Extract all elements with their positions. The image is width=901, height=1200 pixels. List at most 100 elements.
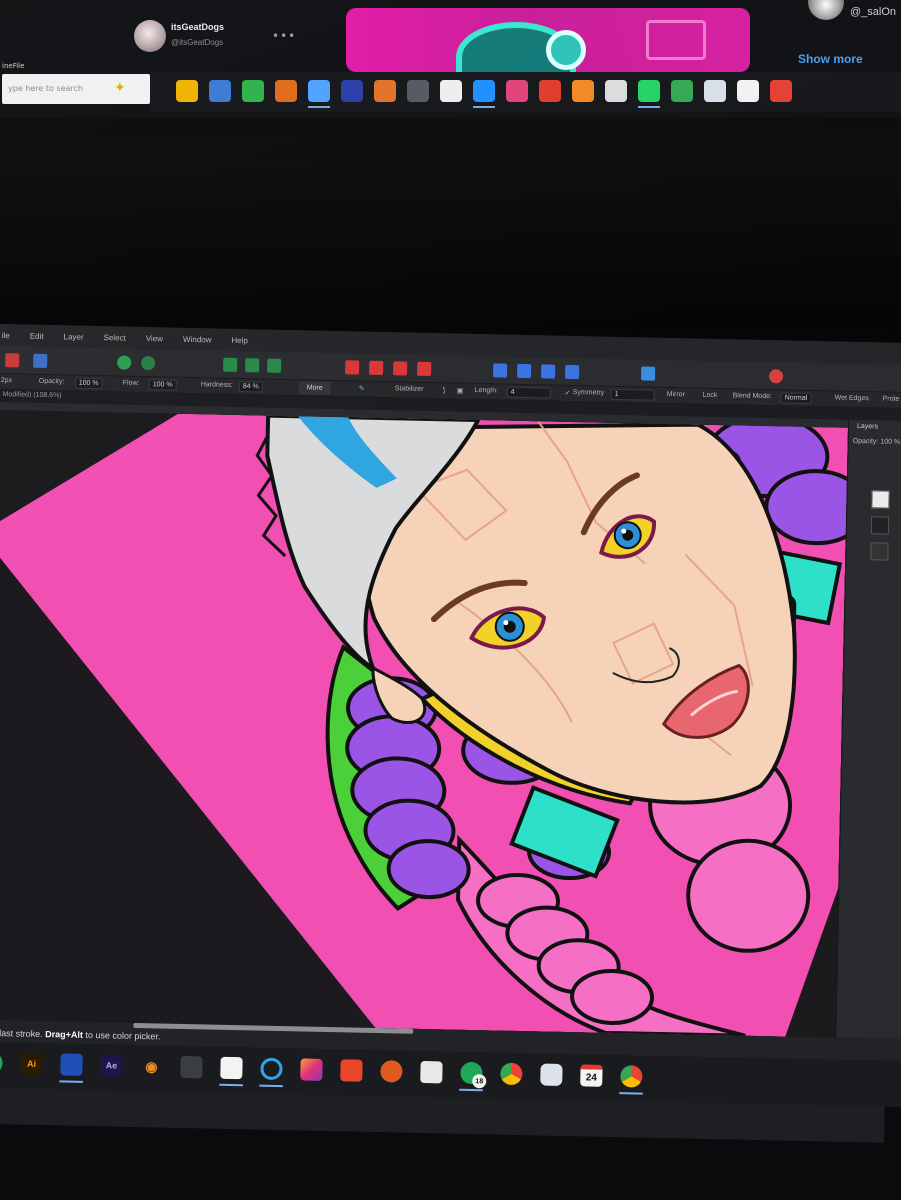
more-button[interactable]: More — [298, 381, 331, 395]
taskbar-app-icon[interactable] — [374, 80, 396, 102]
menu-file[interactable]: ile — [2, 331, 10, 340]
hardness-field[interactable]: 84 % — [238, 381, 263, 393]
brush-settings-icon[interactable]: ✎ — [359, 385, 365, 393]
brush-width-value[interactable]: 2px — [1, 377, 12, 384]
taskbar-app-icon[interactable] — [737, 80, 759, 102]
layers-panel-title[interactable]: Layers — [857, 423, 878, 430]
length-field[interactable]: 4 — [506, 386, 551, 399]
taskbar-app-icon[interactable] — [770, 80, 792, 102]
calendar-icon[interactable]: 24 — [580, 1064, 603, 1087]
taskbar-app-icon[interactable] — [473, 80, 495, 102]
mirror-checkbox[interactable]: Mirror — [667, 391, 685, 398]
taskbar-app-icon[interactable] — [605, 80, 627, 102]
align-center-icon[interactable] — [516, 363, 532, 379]
tweet-author-handle: @itsGeatDogs — [171, 38, 224, 47]
menu-help[interactable]: Help — [231, 335, 248, 344]
align-right-icon[interactable] — [540, 364, 556, 379]
layer-thumbnail[interactable] — [871, 490, 890, 509]
after-effects-icon[interactable]: Ae — [100, 1054, 123, 1077]
clapper-icon[interactable] — [420, 1060, 443, 1084]
taskbar-app-icon[interactable] — [671, 80, 693, 102]
whatsapp-partial-icon[interactable] — [0, 1051, 3, 1075]
robot-eye-illustration — [546, 30, 586, 70]
symmetry-label[interactable]: Symmetry — [573, 389, 605, 397]
taskbar-app-icon[interactable] — [704, 80, 726, 102]
selection-mode-icon[interactable] — [223, 357, 238, 372]
checkmark-icon[interactable]: ✓ — [565, 389, 571, 397]
wet-edges-checkbox[interactable]: Wet Edges — [835, 394, 869, 402]
more-options-icon[interactable]: ••• — [272, 29, 296, 43]
rope-mode-icon[interactable]: ⟆ — [443, 386, 446, 394]
avatar[interactable] — [134, 20, 166, 52]
artwork-canvas[interactable] — [0, 410, 849, 1038]
show-more-link[interactable]: Show more — [798, 52, 863, 66]
menu-layer[interactable]: Layer — [63, 332, 83, 341]
taskbar-app-icon[interactable] — [539, 80, 561, 102]
window-mode-icon[interactable]: ▣ — [457, 387, 464, 395]
assistant-icon[interactable] — [768, 369, 784, 384]
arrange-front-icon[interactable] — [345, 360, 360, 375]
menu-select[interactable]: Select — [103, 333, 125, 342]
status-hint: ve last stroke. Drag+Alt to use color pi… — [0, 1028, 161, 1042]
menu-window[interactable]: Window — [183, 334, 212, 344]
affinity-designer-icon[interactable] — [60, 1053, 83, 1076]
lock-checkbox[interactable]: Lock — [703, 392, 718, 399]
align-top-icon[interactable] — [564, 364, 580, 380]
blend-mode-dropdown[interactable]: Normal — [780, 392, 812, 405]
active-indicator — [619, 1092, 644, 1095]
illustrator-icon[interactable]: Ai — [20, 1052, 43, 1076]
taskbar-app-icon[interactable] — [506, 80, 528, 102]
taskbar-app-icon[interactable] — [341, 80, 363, 102]
opacity-field[interactable]: 100 % — [74, 377, 103, 390]
selection-subtract-icon[interactable] — [267, 358, 282, 373]
active-indicator — [219, 1083, 244, 1087]
taskbar-app-icon[interactable] — [572, 80, 594, 102]
notes-icon[interactable] — [220, 1056, 243, 1080]
layer-thumbnail[interactable] — [870, 516, 890, 535]
gear-icon[interactable] — [141, 355, 156, 371]
search-input[interactable]: ype here to search ✦ — [2, 74, 150, 104]
taskbar-app-icon[interactable] — [209, 80, 231, 102]
arrange-back-icon[interactable] — [417, 361, 432, 377]
layer-thumbnail[interactable] — [870, 542, 889, 561]
taskbar-app-icon[interactable] — [407, 80, 429, 102]
stabilizer-label[interactable]: Stabilizer — [395, 385, 424, 393]
avatar[interactable] — [808, 0, 844, 20]
chrome-icon[interactable] — [500, 1062, 523, 1086]
persona-pixel-icon[interactable] — [5, 353, 20, 368]
fl-studio-icon[interactable] — [380, 1060, 403, 1083]
sidebar-user-handle[interactable]: @_salOn — [850, 6, 896, 18]
taskbar-app-icon[interactable] — [242, 80, 264, 102]
menu-edit[interactable]: Edit — [30, 331, 44, 340]
taskbar-app-icon[interactable] — [440, 80, 462, 102]
menu-view[interactable]: View — [146, 334, 163, 343]
instagram-icon[interactable] — [300, 1058, 323, 1081]
arrange-backward-icon[interactable] — [393, 361, 408, 376]
symmetry-field[interactable]: 1 — [610, 388, 655, 401]
edge-icon[interactable] — [260, 1057, 283, 1081]
app-icon[interactable] — [180, 1055, 203, 1079]
banner-caption — [346, 0, 646, 6]
taskbar-app-icon[interactable] — [176, 80, 198, 102]
banner-logo — [646, 20, 706, 60]
flow-field[interactable]: 100 % — [148, 379, 177, 391]
persona-export-icon[interactable] — [33, 353, 48, 368]
arrange-forward-icon[interactable] — [369, 360, 384, 376]
snapping-icon[interactable] — [117, 355, 132, 370]
chrome-profile-icon[interactable] — [620, 1065, 643, 1088]
taskbar-app-icon[interactable] — [638, 80, 660, 102]
sync-app-icon[interactable] — [540, 1063, 563, 1086]
canvas[interactable] — [0, 409, 849, 1038]
tweet-media-image[interactable] — [346, 8, 750, 72]
taskbar-app-icon[interactable] — [275, 80, 297, 102]
align-left-icon[interactable] — [492, 363, 508, 378]
taskbar-app-icon[interactable] — [308, 80, 330, 102]
tweet-author-name[interactable]: itsGeatDogs — [171, 22, 224, 32]
selection-add-icon[interactable] — [245, 358, 260, 373]
layers-opacity[interactable]: Opacity: 100 % — [853, 438, 901, 446]
active-indicator — [308, 106, 330, 108]
blender-icon[interactable]: ◉ — [140, 1055, 163, 1078]
protect-alpha-checkbox[interactable]: Prote — [883, 396, 900, 403]
flip-icon[interactable] — [640, 366, 656, 381]
brave-icon[interactable] — [340, 1059, 363, 1082]
